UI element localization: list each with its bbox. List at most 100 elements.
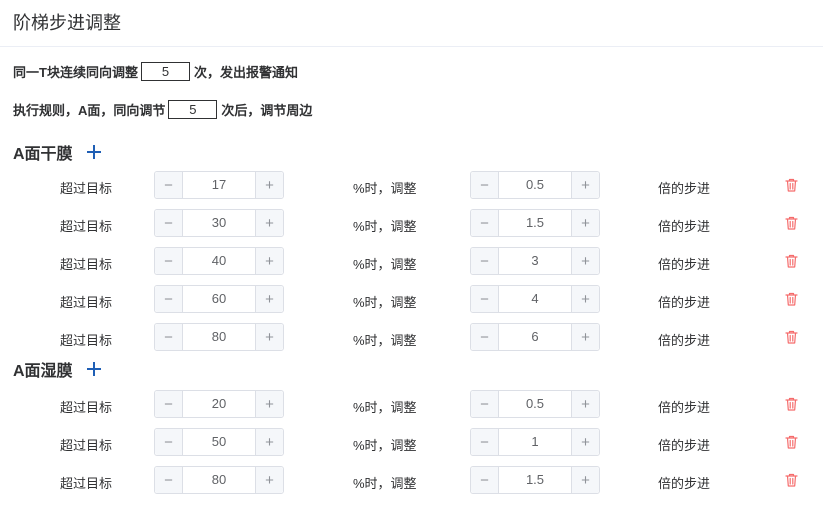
- trash-icon[interactable]: [785, 178, 798, 192]
- step-stepper[interactable]: −3 +: [470, 247, 600, 275]
- threshold-value[interactable]: 40: [183, 248, 255, 274]
- threshold-value[interactable]: 60: [183, 286, 255, 312]
- rule-row: 超过目标 −80 + %时，调整 −1.5 + 倍的步进: [0, 466, 823, 496]
- minus-icon[interactable]: −: [471, 286, 499, 312]
- step-value[interactable]: 1.5: [499, 467, 571, 493]
- threshold-value[interactable]: 20: [183, 391, 255, 417]
- trash-icon[interactable]: [785, 435, 798, 449]
- plus-icon[interactable]: +: [571, 391, 599, 417]
- plus-icon[interactable]: +: [255, 467, 283, 493]
- alarm-rule-prefix: 同一T块连续同向调整: [13, 64, 138, 80]
- threshold-stepper[interactable]: −80 +: [154, 466, 284, 494]
- step-stepper[interactable]: −1 +: [470, 428, 600, 456]
- adjust-label: %时，调整: [353, 476, 417, 491]
- threshold-value[interactable]: 30: [183, 210, 255, 236]
- execution-rule-suffix: 次后，调节周边: [221, 102, 313, 118]
- threshold-stepper[interactable]: −50 +: [154, 428, 284, 456]
- trash-icon[interactable]: [785, 292, 798, 306]
- plus-icon[interactable]: +: [255, 210, 283, 236]
- minus-icon[interactable]: −: [471, 248, 499, 274]
- plus-icon[interactable]: +: [571, 324, 599, 350]
- over-target-label: 超过目标: [60, 438, 113, 453]
- step-value[interactable]: 0.5: [499, 391, 571, 417]
- threshold-value[interactable]: 80: [183, 467, 255, 493]
- minus-icon[interactable]: −: [155, 324, 183, 350]
- step-label: 倍的步进: [658, 438, 711, 453]
- adjust-label: %时，调整: [353, 295, 417, 310]
- minus-icon[interactable]: −: [471, 324, 499, 350]
- plus-icon[interactable]: +: [571, 467, 599, 493]
- threshold-stepper[interactable]: −20 +: [154, 390, 284, 418]
- step-stepper[interactable]: −1.5 +: [470, 466, 600, 494]
- minus-icon[interactable]: −: [155, 172, 183, 198]
- section-title-text: A面湿膜: [13, 363, 73, 380]
- step-label: 倍的步进: [658, 257, 711, 272]
- minus-icon[interactable]: −: [471, 210, 499, 236]
- step-stepper[interactable]: −6 +: [470, 323, 600, 351]
- threshold-value[interactable]: 50: [183, 429, 255, 455]
- plus-icon[interactable]: +: [255, 429, 283, 455]
- plus-icon[interactable]: +: [571, 248, 599, 274]
- section-title-text: A面干膜: [13, 146, 73, 163]
- plus-icon[interactable]: +: [255, 172, 283, 198]
- step-value[interactable]: 1: [499, 429, 571, 455]
- step-stepper[interactable]: −0.5 +: [470, 390, 600, 418]
- minus-icon[interactable]: −: [155, 391, 183, 417]
- minus-icon[interactable]: −: [471, 172, 499, 198]
- step-value[interactable]: 1.5: [499, 210, 571, 236]
- step-stepper[interactable]: −1.5 +: [470, 209, 600, 237]
- trash-icon[interactable]: [785, 216, 798, 230]
- threshold-value[interactable]: 17: [183, 172, 255, 198]
- alarm-rule-suffix: 次，发出报警通知: [193, 64, 298, 80]
- threshold-value[interactable]: 80: [183, 324, 255, 350]
- step-value[interactable]: 0.5: [499, 172, 571, 198]
- rule-row: 超过目标 −30 + %时，调整 −1.5 + 倍的步进: [0, 209, 823, 239]
- minus-icon[interactable]: −: [155, 286, 183, 312]
- minus-icon[interactable]: −: [155, 210, 183, 236]
- page-header: 阶梯步进调整: [0, 0, 823, 47]
- step-label: 倍的步进: [658, 400, 711, 415]
- plus-icon[interactable]: +: [571, 286, 599, 312]
- plus-icon[interactable]: +: [255, 391, 283, 417]
- minus-icon[interactable]: −: [471, 467, 499, 493]
- step-value[interactable]: 4: [499, 286, 571, 312]
- step-label: 倍的步进: [658, 333, 711, 348]
- minus-icon[interactable]: −: [471, 391, 499, 417]
- minus-icon[interactable]: −: [155, 429, 183, 455]
- trash-icon[interactable]: [785, 397, 798, 411]
- trash-icon[interactable]: [785, 330, 798, 344]
- minus-icon[interactable]: −: [155, 467, 183, 493]
- over-target-label: 超过目标: [60, 295, 113, 310]
- execution-rule-prefix: 执行规则，A面，同向调节: [13, 102, 166, 118]
- minus-icon[interactable]: −: [471, 429, 499, 455]
- alarm-count-input[interactable]: 5: [140, 61, 190, 81]
- trash-icon[interactable]: [785, 254, 798, 268]
- step-value[interactable]: 3: [499, 248, 571, 274]
- plus-icon[interactable]: +: [255, 248, 283, 274]
- section-title: A面湿膜: [13, 358, 101, 380]
- threshold-stepper[interactable]: −17 +: [154, 171, 284, 199]
- plus-icon[interactable]: +: [571, 210, 599, 236]
- execution-count-input[interactable]: 5: [168, 99, 218, 119]
- threshold-stepper[interactable]: −60 +: [154, 285, 284, 313]
- plus-icon[interactable]: +: [571, 172, 599, 198]
- over-target-label: 超过目标: [60, 219, 113, 234]
- over-target-label: 超过目标: [60, 400, 113, 415]
- plus-icon[interactable]: +: [571, 429, 599, 455]
- plus-icon[interactable]: +: [255, 286, 283, 312]
- trash-icon[interactable]: [785, 473, 798, 487]
- threshold-stepper[interactable]: −30 +: [154, 209, 284, 237]
- rule-row: 超过目标 −20 + %时，调整 −0.5 + 倍的步进: [0, 390, 823, 420]
- threshold-stepper[interactable]: −40 +: [154, 247, 284, 275]
- section-title: A面干膜: [13, 141, 101, 163]
- step-value[interactable]: 6: [499, 324, 571, 350]
- add-icon[interactable]: [86, 145, 101, 159]
- step-stepper[interactable]: −4 +: [470, 285, 600, 313]
- add-icon[interactable]: [86, 362, 101, 376]
- minus-icon[interactable]: −: [155, 248, 183, 274]
- threshold-stepper[interactable]: −80 +: [154, 323, 284, 351]
- adjust-label: %时，调整: [353, 400, 417, 415]
- alarm-rule: 同一T块连续同向调整 5 次，发出报警通知: [13, 61, 298, 81]
- plus-icon[interactable]: +: [255, 324, 283, 350]
- step-stepper[interactable]: −0.5 +: [470, 171, 600, 199]
